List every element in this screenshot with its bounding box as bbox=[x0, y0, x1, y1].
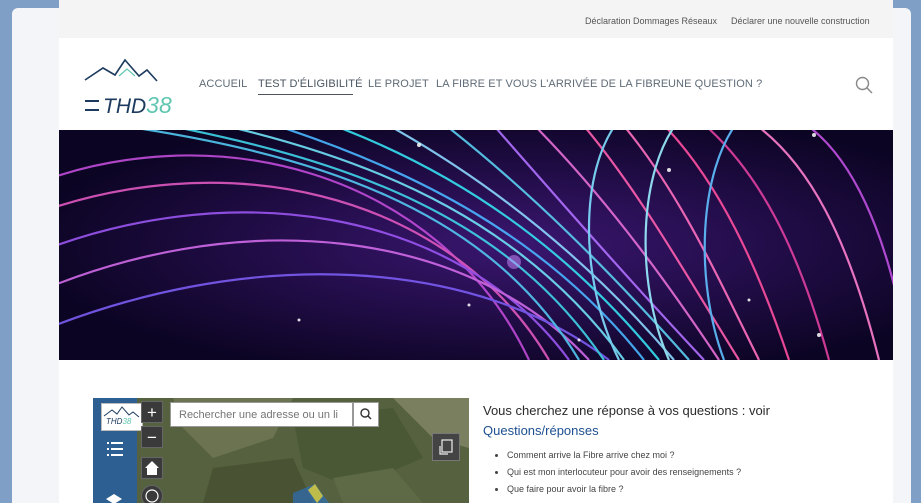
hero-banner bbox=[59, 130, 893, 360]
link-nouvelle-construction[interactable]: Déclarer une nouvelle construction bbox=[731, 16, 870, 26]
locate-icon bbox=[145, 489, 159, 503]
map-search-input[interactable] bbox=[170, 402, 353, 427]
map-locate-button[interactable] bbox=[141, 485, 163, 503]
map-zoom-in-button[interactable]: + bbox=[141, 401, 163, 423]
map-zoom-out-button[interactable]: − bbox=[141, 426, 163, 448]
top-bar: Déclaration Dommages Réseaux Déclarer un… bbox=[59, 0, 893, 38]
map-layers-button[interactable] bbox=[105, 492, 123, 503]
nav-le-projet[interactable]: LE PROJET bbox=[368, 78, 429, 90]
eligibility-map[interactable]: THD38 + − bbox=[93, 398, 469, 503]
search-icon bbox=[855, 76, 873, 94]
nav-accueil[interactable]: ACCUEIL bbox=[199, 78, 247, 90]
mountain-logo-icon bbox=[84, 58, 158, 82]
faq-heading: Vous cherchez une réponse à vos question… bbox=[483, 403, 770, 418]
site-logo[interactable]: THD38 bbox=[81, 54, 191, 118]
faq-item[interactable]: Que faire pour avoir la fibre ? bbox=[507, 481, 883, 498]
faq-item[interactable]: Qui est mon interlocuteur pour avoir des… bbox=[507, 464, 883, 481]
nav-arrivee-fibre[interactable]: L'ARRIVÉE DE LA FIBRE bbox=[540, 78, 668, 90]
list-icon bbox=[107, 442, 123, 456]
background-left bbox=[0, 0, 59, 503]
faq-link[interactable]: Questions/réponses bbox=[483, 421, 883, 441]
map-mini-logo: THD38 bbox=[101, 403, 143, 431]
site-header: THD38 ACCUEIL TEST D'ÉLIGIBILITÉ LE PROJ… bbox=[59, 38, 893, 130]
logo-text: THD38 bbox=[103, 92, 172, 118]
faq-item[interactable]: Comment arrive la Fibre arrive chez moi … bbox=[507, 447, 883, 464]
map-search-button[interactable] bbox=[353, 402, 379, 427]
map-home-button[interactable] bbox=[141, 457, 163, 479]
faq-list: Comment arrive la Fibre arrive chez moi … bbox=[483, 447, 883, 498]
link-declaration-dommages[interactable]: Déclaration Dommages Réseaux bbox=[585, 16, 717, 26]
nav-la-fibre-et-vous[interactable]: LA FIBRE ET VOUS bbox=[436, 78, 537, 90]
search-icon bbox=[360, 408, 372, 420]
logo-dash bbox=[85, 100, 99, 111]
fiber-optic-banner-image bbox=[59, 130, 893, 360]
basemap-icon bbox=[439, 439, 453, 455]
faq-section: Vous cherchez une réponse à vos question… bbox=[483, 401, 883, 498]
layers-icon bbox=[106, 494, 122, 503]
header-search-button[interactable] bbox=[854, 75, 874, 95]
background-right bbox=[893, 0, 921, 503]
nav-test-eligibilite[interactable]: TEST D'ÉLIGIBILITÉ bbox=[258, 78, 363, 90]
nav-une-question[interactable]: UNE QUESTION ? bbox=[668, 78, 762, 90]
home-icon bbox=[145, 461, 159, 475]
page: Déclaration Dommages Réseaux Déclarer un… bbox=[59, 0, 893, 503]
nav-active-underline bbox=[258, 94, 353, 95]
map-legend-button[interactable] bbox=[106, 440, 124, 458]
map-mini-logo-text: THD38 bbox=[106, 417, 132, 426]
map-basemap-button[interactable] bbox=[432, 433, 460, 461]
